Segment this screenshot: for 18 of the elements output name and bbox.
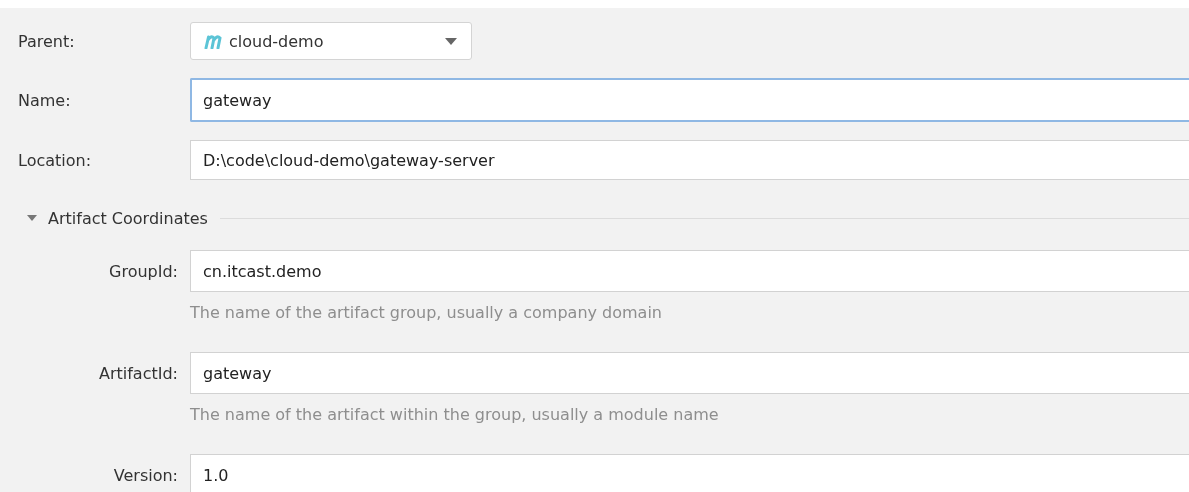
text-field[interactable]: D:\code\cloud-demo\gateway-server bbox=[190, 140, 1189, 180]
caret-icon bbox=[445, 37, 457, 45]
field-label: ArtifactId: bbox=[98, 363, 179, 383]
field-label: Version: bbox=[112, 465, 179, 485]
field-label: Name: bbox=[17, 90, 72, 110]
field-label: GroupId: bbox=[108, 261, 179, 281]
module-icon bbox=[203, 33, 225, 49]
text-field[interactable]: gateway bbox=[190, 78, 1189, 122]
field-label: Parent: bbox=[17, 31, 76, 51]
expand-arrow-icon[interactable] bbox=[26, 213, 38, 223]
hint-text: The name of the artifact within the group, usually a module name bbox=[190, 404, 719, 424]
field-label: Location: bbox=[17, 150, 93, 170]
text-field[interactable]: 1.0 bbox=[190, 454, 1189, 492]
text-field[interactable]: cn.itcast.demo bbox=[190, 250, 1189, 292]
hint-text: The name of the artifact group, usually a company domain bbox=[190, 302, 662, 322]
section-title: Artifact Coordinates bbox=[48, 208, 208, 228]
text-field[interactable]: gateway bbox=[190, 352, 1189, 394]
parent-dropdown[interactable]: cloud-demo bbox=[190, 22, 472, 60]
